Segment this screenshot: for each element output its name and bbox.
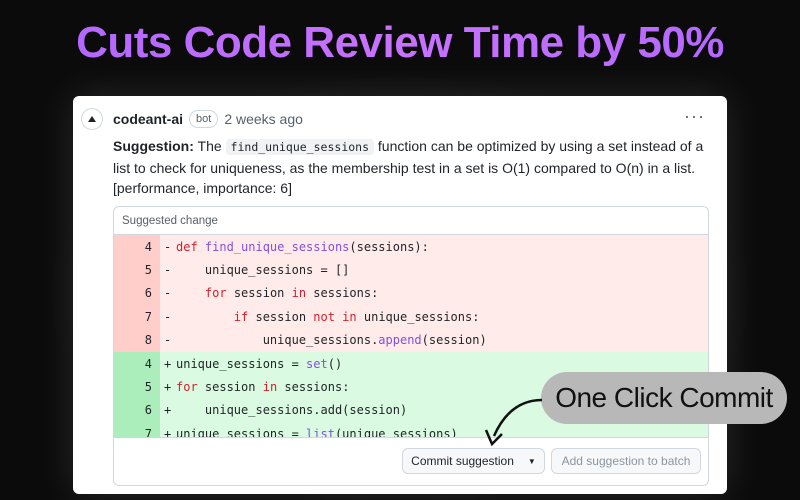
- one-click-commit-callout: One Click Commit: [541, 372, 787, 424]
- suggestion-actions: Commit suggestion ▼ Add suggestion to ba…: [114, 437, 708, 485]
- diff-code: unique_sessions.append(session): [262, 333, 487, 348]
- line-number[interactable]: 4: [114, 351, 160, 376]
- commit-suggestion-button[interactable]: Commit suggestion ▼: [402, 448, 545, 474]
- diff-sign: +: [164, 380, 172, 395]
- suggestion-label: Suggestion:: [113, 138, 194, 154]
- diff-code: unique_sessions.add(session): [204, 403, 408, 418]
- removed-diff-line: 6- for session in sessions:: [114, 281, 708, 306]
- add-to-batch-button[interactable]: Add suggestion to batch: [551, 448, 701, 474]
- line-number[interactable]: 7: [114, 305, 160, 329]
- removed-diff-line: 4- def find_unique_sessions(sessions):: [114, 235, 708, 259]
- diff-code: if session not in unique_sessions:: [233, 309, 480, 324]
- line-number[interactable]: 4: [114, 235, 160, 259]
- diff-sign: +: [164, 356, 172, 371]
- removed-diff-line: 8- unique_sessions.append(session): [114, 328, 708, 352]
- line-number[interactable]: 5: [114, 375, 160, 399]
- diff-code: unique_sessions = []: [204, 263, 350, 278]
- diff-code: for session in sessions:: [204, 286, 379, 301]
- inline-code: find_unique_sessions: [225, 139, 375, 155]
- line-number[interactable]: 6: [114, 281, 160, 306]
- line-number[interactable]: 6: [114, 398, 160, 423]
- comment-timestamp[interactable]: 2 weeks ago: [224, 111, 303, 127]
- author-name[interactable]: codeant-ai: [113, 111, 183, 127]
- more-options-icon[interactable]: ···: [684, 106, 705, 127]
- suggested-change-box: Suggested change 4- def find_unique_sessi…: [113, 206, 709, 486]
- headline: Cuts Code Review Time by 50%: [0, 18, 800, 68]
- bot-avatar-icon[interactable]: [81, 108, 103, 130]
- diff-sign: -: [164, 309, 172, 324]
- comment-text-before: The: [197, 138, 222, 154]
- review-comment-card: codeant-ai bot 2 weeks ago ··· Suggestio…: [73, 96, 727, 494]
- diff-sign: -: [164, 263, 172, 278]
- removed-diff-line: 7- if session not in unique_sessions:: [114, 305, 708, 329]
- diff-code: unique_sessions = set(): [176, 356, 343, 371]
- diff-sign: +: [164, 403, 172, 418]
- suggested-change-title: Suggested change: [114, 207, 708, 235]
- curved-arrow-icon: [484, 398, 543, 447]
- diff-code: for session in sessions:: [176, 380, 350, 395]
- commit-suggestion-label: Commit suggestion: [411, 454, 514, 468]
- diff-sign: -: [164, 286, 172, 301]
- line-number[interactable]: 5: [114, 258, 160, 282]
- caret-down-icon[interactable]: ▼: [528, 457, 536, 466]
- comment-header: codeant-ai bot 2 weeks ago: [113, 110, 303, 128]
- removed-diff-line: 5- unique_sessions = []: [114, 258, 708, 282]
- diff-sign: -: [164, 333, 172, 348]
- bot-badge: bot: [189, 110, 219, 128]
- comment-body: Suggestion: The find_unique_sessions fun…: [113, 136, 713, 199]
- diff-code: def find_unique_sessions(sessions):: [176, 239, 429, 254]
- line-number[interactable]: 8: [114, 328, 160, 352]
- diff-sign: -: [164, 239, 172, 254]
